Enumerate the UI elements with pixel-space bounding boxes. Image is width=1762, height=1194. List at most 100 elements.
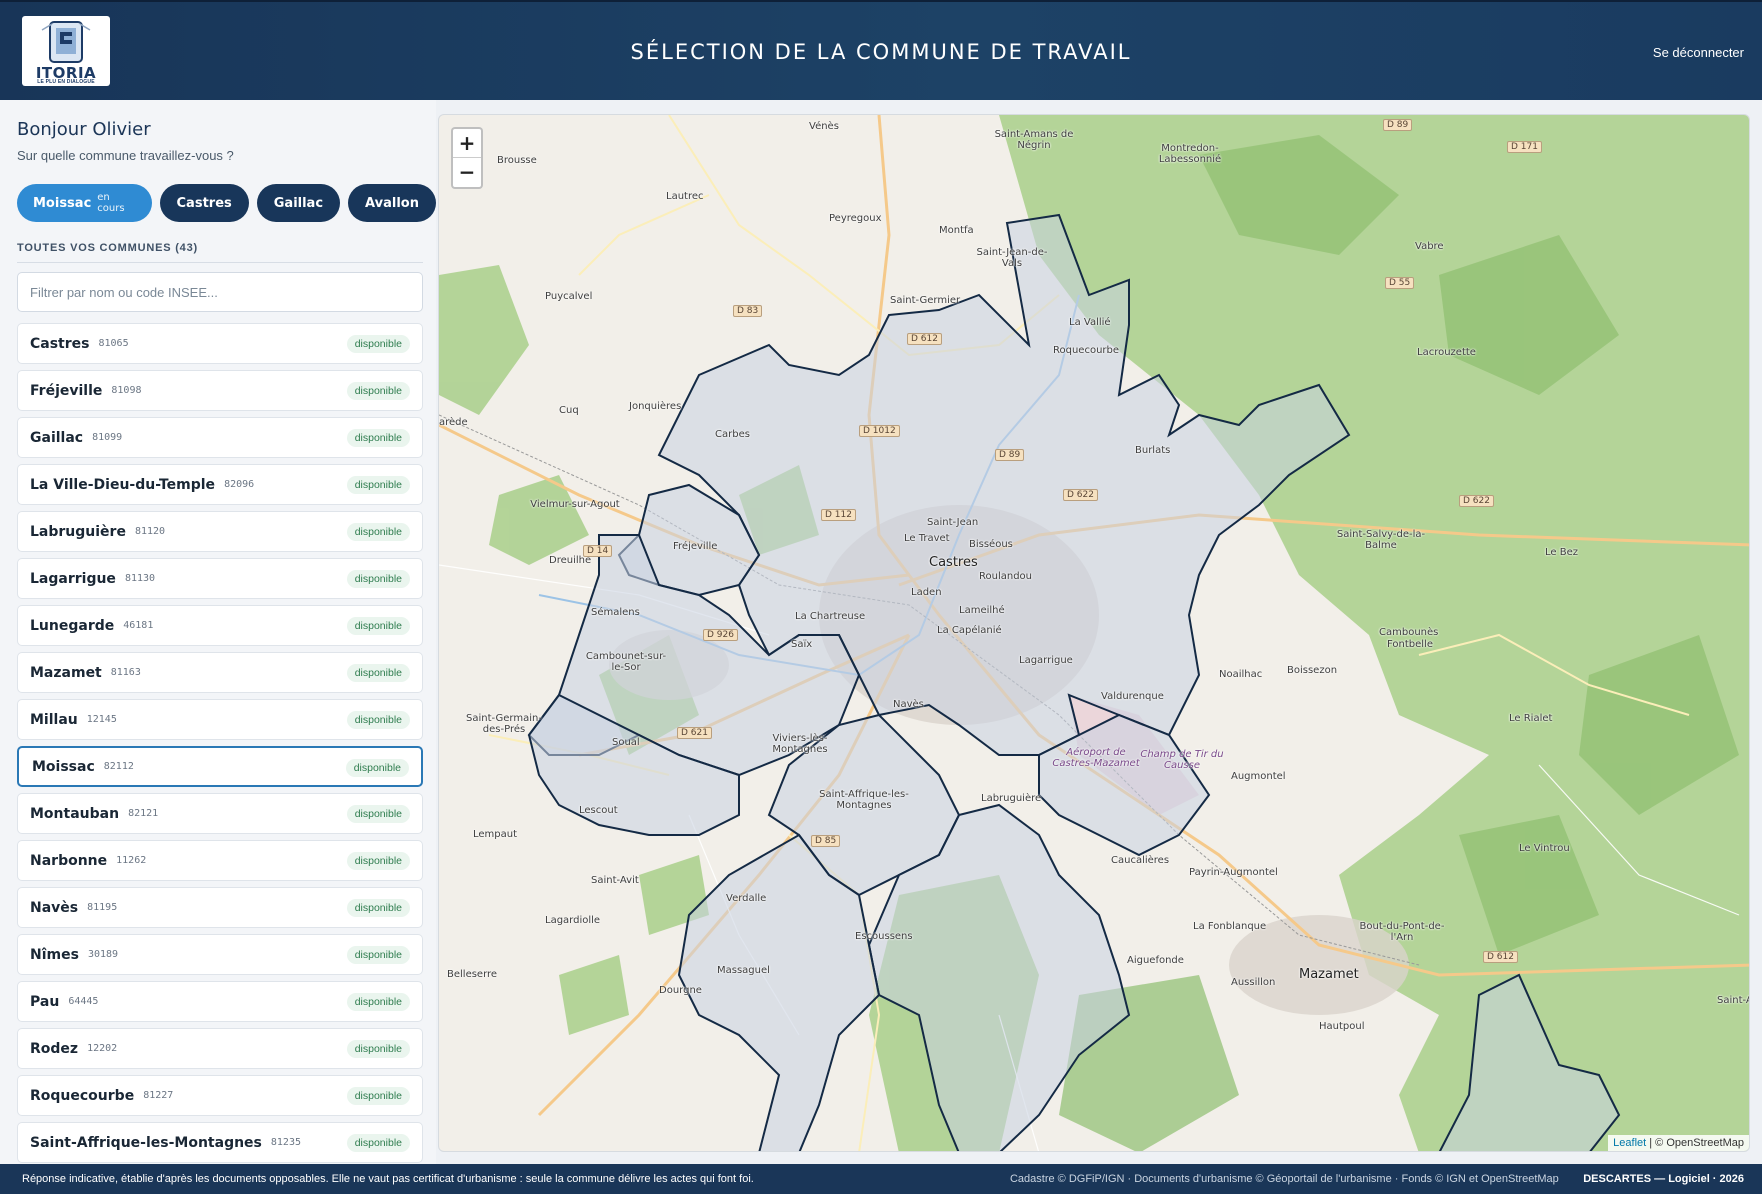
footer-credits: Cadastre © DGFiP/IGN · Documents d'urban… [1010,1173,1744,1185]
map-place-label: La Fonblanque [1193,921,1267,932]
commune-code: 81195 [87,902,118,913]
chip-moissac[interactable]: Moissac en cours [17,184,152,222]
commune-name: Montauban [30,805,120,822]
map-place-label: Jonquières [629,401,682,412]
chip-label: Moissac [33,195,92,211]
commune-code: 82096 [224,479,255,490]
map-place-label: Massaguel [717,965,770,976]
commune-row[interactable]: Lagarrigue 81130 disponible [17,558,423,599]
commune-code: 30189 [87,949,119,960]
commune-name: Mazamet [30,664,102,681]
road-label: D 14 [583,545,613,557]
map-place-label: Cambounès [1379,627,1439,638]
map-place-label: Mazamet [1299,967,1359,982]
commune-row[interactable]: Montauban 82121 disponible [17,793,423,834]
commune-code: 81099 [92,432,123,443]
map-place-label: Escoussens [855,931,913,942]
commune-row[interactable]: Nîmes 30189 disponible [17,934,423,975]
road-label: D 89 [995,449,1025,461]
commune-code: 81098 [111,385,142,396]
commune-name: Rodez [30,1040,79,1057]
commune-name: Labruguière [30,523,126,540]
commune-row[interactable]: Gaillac 81099 disponible [17,417,423,458]
map-view[interactable]: + − Vénès Saint-Amans de Négrin Montredon-… [438,114,1750,1152]
commune-row[interactable]: Rodez 12202 disponible [17,1028,423,1069]
leaflet-link[interactable]: Leaflet [1613,1137,1646,1149]
map-place-label: Bout-du-Pont-de-l'Arn [1359,921,1445,943]
commune-row[interactable]: Navès 81195 disponible [17,887,423,928]
status-badge: disponible [346,1087,410,1105]
map-place-label: Navès [893,699,924,710]
zoom-control: + − [451,127,483,189]
page-title: SÉLECTION DE LA COMMUNE DE TRAVAIL [630,40,1132,64]
map-place-label: Peyregoux [829,213,882,224]
osm-attribution: | © OpenStreetMap [1649,1137,1744,1149]
map-tiles[interactable] [439,115,1750,1152]
commune-row[interactable]: Labruguière 81120 disponible [17,511,423,552]
app-footer: Réponse indicative, établie d'après les … [0,1164,1762,1194]
commune-code: 81130 [124,573,156,584]
map-place-label: Labruguière [981,793,1042,804]
map-attribution: Leaflet | © OpenStreetMap [1608,1135,1749,1151]
data-credits: Cadastre © DGFiP/IGN · Documents d'urban… [1009,1173,1559,1185]
logout-link[interactable]: Se déconnecter [1653,45,1744,60]
map-place-label: Vielmur-sur-Agout [530,499,620,510]
commune-name: Gaillac [30,429,84,446]
map-place-label: Lagarrigue [1019,655,1073,666]
commune-row[interactable]: Millau 12145 disponible [17,699,423,740]
chip-label: Avallon [365,195,419,211]
map-place-label: Champ de Tir du Causse [1140,749,1224,771]
map-place-label: Aussillon [1231,977,1276,988]
status-badge: disponible [346,1040,410,1058]
commune-code: 12202 [87,1043,118,1054]
chip-castres[interactable]: Castres [159,184,249,222]
recent-communes: Moissac en cours Castres Gaillac Avallon [17,184,436,222]
map-place-label: Lacrouzette [1417,347,1476,358]
commune-row[interactable]: Saint-Affrique-les-Montagnes 81235 disponi… [17,1122,423,1163]
road-label: D 1012 [859,425,900,437]
divider [17,262,423,263]
map-place-label: Vénès [809,121,839,132]
map-place-label: Augmontel [1231,771,1286,782]
commune-row[interactable]: Fréjeville 81098 disponible [17,370,423,411]
commune-row[interactable]: Pau 64445 disponible [17,981,423,1022]
chip-status: en cours [97,192,125,214]
sidebar: Bonjour Olivier Sur quelle commune trava… [0,100,436,1164]
commune-code: 82112 [103,761,134,772]
map-place-label: Puycalvel [545,291,593,302]
road-label: D 83 [733,305,763,317]
map-place-label: La Vallié [1069,317,1111,328]
commune-row[interactable]: La Ville-Dieu-du-Temple 82096 disponible [17,464,423,505]
commune-name: La Ville-Dieu-du-Temple [30,476,216,493]
map-place-label: Le Vintrou [1519,843,1570,854]
commune-name: Castres [30,335,90,352]
map-place-label: Lempaut [473,829,518,840]
commune-list[interactable]: Castres 81065 disponible Fréjeville 81098 dis… [17,323,423,1164]
commune-name: Pau [30,993,60,1010]
logo-tagline: LE PLU EN DIALOGUE [37,79,95,85]
brand: DESCARTES — Logiciel · 2026 [1583,1173,1744,1185]
filter-input[interactable] [17,272,423,312]
commune-row[interactable]: Mazamet 81163 disponible [17,652,423,693]
commune-row[interactable]: Castres 81065 disponible [17,323,423,364]
status-badge: disponible [345,759,409,777]
map-place-label: Saint-Jean-de-Vals [976,247,1048,269]
map-place-label: Lagardiolle [545,915,601,926]
chip-avallon[interactable]: Avallon [348,184,436,222]
question-text: Sur quelle commune travaillez-vous ? [17,148,234,163]
chip-gaillac[interactable]: Gaillac [256,184,341,222]
map-place-label: La Chartreuse [795,611,866,622]
commune-name: Millau [30,711,78,728]
map-place-label: Lameilhé [959,605,1005,616]
status-badge: disponible [346,993,410,1011]
zoom-out-button[interactable]: − [453,158,481,187]
map-place-label: Vabre [1415,241,1444,252]
commune-row[interactable]: Moissac 82112 disponible [17,746,423,787]
commune-row[interactable]: Roquecourbe 81227 disponible [17,1075,423,1116]
commune-row[interactable]: Narbonne 11262 disponible [17,840,423,881]
map-place-label: La Capélanié [937,625,1002,636]
commune-name: Roquecourbe [30,1087,135,1104]
commune-row[interactable]: Lunegarde 46181 disponible [17,605,423,646]
commune-name: Lagarrigue [30,570,116,587]
zoom-in-button[interactable]: + [453,129,481,158]
